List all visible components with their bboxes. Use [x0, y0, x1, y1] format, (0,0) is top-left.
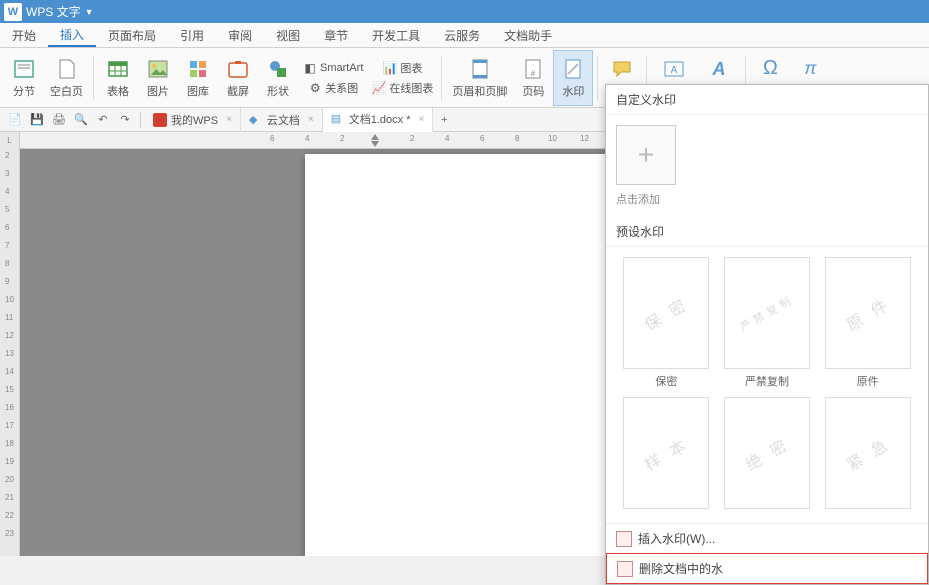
symbol-icon: Ω [758, 57, 782, 81]
shape-icon [266, 57, 290, 81]
svg-text:A: A [711, 59, 725, 79]
delete-watermark-menuitem[interactable]: 删除文档中的水 [606, 553, 928, 584]
page-number-button[interactable]: # 页码 [513, 50, 553, 106]
document-page[interactable] [305, 154, 645, 556]
close-icon[interactable]: × [419, 114, 425, 125]
insert-watermark-icon [616, 531, 632, 547]
gallery-button[interactable]: 图库 [178, 50, 218, 106]
delete-watermark-icon [617, 561, 633, 577]
menu-view[interactable]: 视图 [264, 23, 312, 47]
menu-cloud[interactable]: 云服务 [432, 23, 492, 47]
preset-original[interactable]: 原 件 原件 [821, 257, 914, 389]
qat-preview-icon[interactable]: 🔍 [71, 110, 91, 130]
gallery-icon [186, 57, 210, 81]
blank-page-icon [55, 57, 79, 81]
menubar: 开始 插入 页面布局 引用 审阅 视图 章节 开发工具 云服务 文档助手 [0, 23, 929, 48]
qat-undo-icon[interactable]: ↶ [93, 110, 113, 130]
screenshot-icon [226, 57, 250, 81]
app-dropdown-icon[interactable]: ▼ [85, 7, 94, 17]
menu-start[interactable]: 开始 [0, 23, 48, 47]
section-icon [12, 57, 36, 81]
app-title: WPS 文字 [26, 3, 81, 20]
vertical-ruler[interactable]: 2 3 4 5 6 7 8 9 10 11 12 13 14 15 16 17 … [0, 149, 20, 556]
close-icon[interactable]: × [226, 114, 232, 125]
header-footer-button[interactable]: 页眉和页脚 [446, 50, 513, 106]
wps-icon [153, 113, 167, 127]
preset-nocopy[interactable]: 严禁复制 严禁复制 [721, 257, 814, 389]
svg-text:A: A [671, 65, 678, 76]
relation-icon: ⚙ [307, 80, 323, 96]
add-tab-icon[interactable]: + [434, 110, 454, 130]
header-footer-icon [468, 57, 492, 81]
preset-sample[interactable]: 样 本 [620, 397, 713, 513]
menu-layout[interactable]: 页面布局 [96, 23, 168, 47]
chart-button[interactable]: 📊 图表 [367, 58, 437, 78]
formula-icon: π [798, 57, 822, 81]
section-break-button[interactable]: 分节 [4, 50, 44, 106]
menu-helper[interactable]: 文档助手 [492, 23, 564, 47]
menu-review[interactable]: 审阅 [216, 23, 264, 47]
menu-reference[interactable]: 引用 [168, 23, 216, 47]
qat-redo-icon[interactable]: ↷ [115, 110, 135, 130]
qat-print-icon[interactable]: 🖨 [49, 110, 69, 130]
preset-topsecret[interactable]: 绝 密 [721, 397, 814, 513]
online-chart-icon: 📈 [371, 80, 387, 96]
plus-icon: + [638, 139, 654, 171]
smartart-button[interactable]: ◧ SmartArt [298, 58, 367, 78]
indent-marker-icon[interactable] [371, 141, 379, 149]
app-logo: W [4, 3, 22, 21]
wordart-icon: A [707, 57, 731, 81]
tab-cloud[interactable]: ◆ 云文档 × [241, 108, 323, 132]
cloud-icon: ◆ [249, 113, 263, 127]
add-watermark-button[interactable]: + [616, 125, 676, 185]
indent-marker-icon[interactable] [371, 132, 379, 140]
tab-doc1[interactable]: ▤ 文档1.docx * × [323, 108, 434, 132]
add-watermark-label: 点击添加 [616, 191, 918, 207]
ruler-corner: L [0, 132, 20, 149]
screenshot-button[interactable]: 截屏 [218, 50, 258, 106]
blank-page-button[interactable]: 空白页 [44, 50, 89, 106]
custom-watermark-header: 自定义水印 [606, 85, 928, 115]
preset-urgent[interactable]: 紧 急 [821, 397, 914, 513]
qat-new-icon[interactable]: 📄 [5, 110, 25, 130]
page-number-icon: # [521, 57, 545, 81]
image-icon [146, 57, 170, 81]
menu-insert[interactable]: 插入 [48, 23, 96, 47]
relation-button[interactable]: ⚙ 关系图 [298, 78, 367, 98]
tab-wps-home[interactable]: 我的WPS × [145, 108, 241, 132]
table-button[interactable]: 表格 [98, 50, 138, 106]
menu-chapter[interactable]: 章节 [312, 23, 360, 47]
doc-icon: ▤ [331, 112, 345, 126]
preset-confidential[interactable]: 保 密 保密 [620, 257, 713, 389]
qat-save-icon[interactable]: 💾 [27, 110, 47, 130]
close-icon[interactable]: × [308, 114, 314, 125]
online-chart-button[interactable]: 📈 在线图表 [367, 78, 437, 98]
titlebar: W WPS 文字 ▼ [0, 0, 929, 23]
svg-text:#: # [531, 69, 536, 78]
watermark-icon [561, 57, 585, 81]
watermark-dropdown: 自定义水印 + 点击添加 预设水印 保 密 保密 严禁复制 严禁复制 原 件 原… [605, 84, 929, 585]
insert-watermark-menuitem[interactable]: 插入水印(W)... [606, 523, 928, 553]
textbox-icon: A [662, 57, 686, 81]
image-button[interactable]: 图片 [138, 50, 178, 106]
chart-icon: 📊 [382, 60, 398, 76]
menu-devtools[interactable]: 开发工具 [360, 23, 432, 47]
comment-icon [610, 57, 634, 81]
watermark-button[interactable]: 水印 [553, 50, 593, 106]
table-icon [106, 57, 130, 81]
smartart-icon: ◧ [302, 60, 318, 76]
shape-button[interactable]: 形状 [258, 50, 298, 106]
preset-watermark-header: 预设水印 [606, 217, 928, 247]
